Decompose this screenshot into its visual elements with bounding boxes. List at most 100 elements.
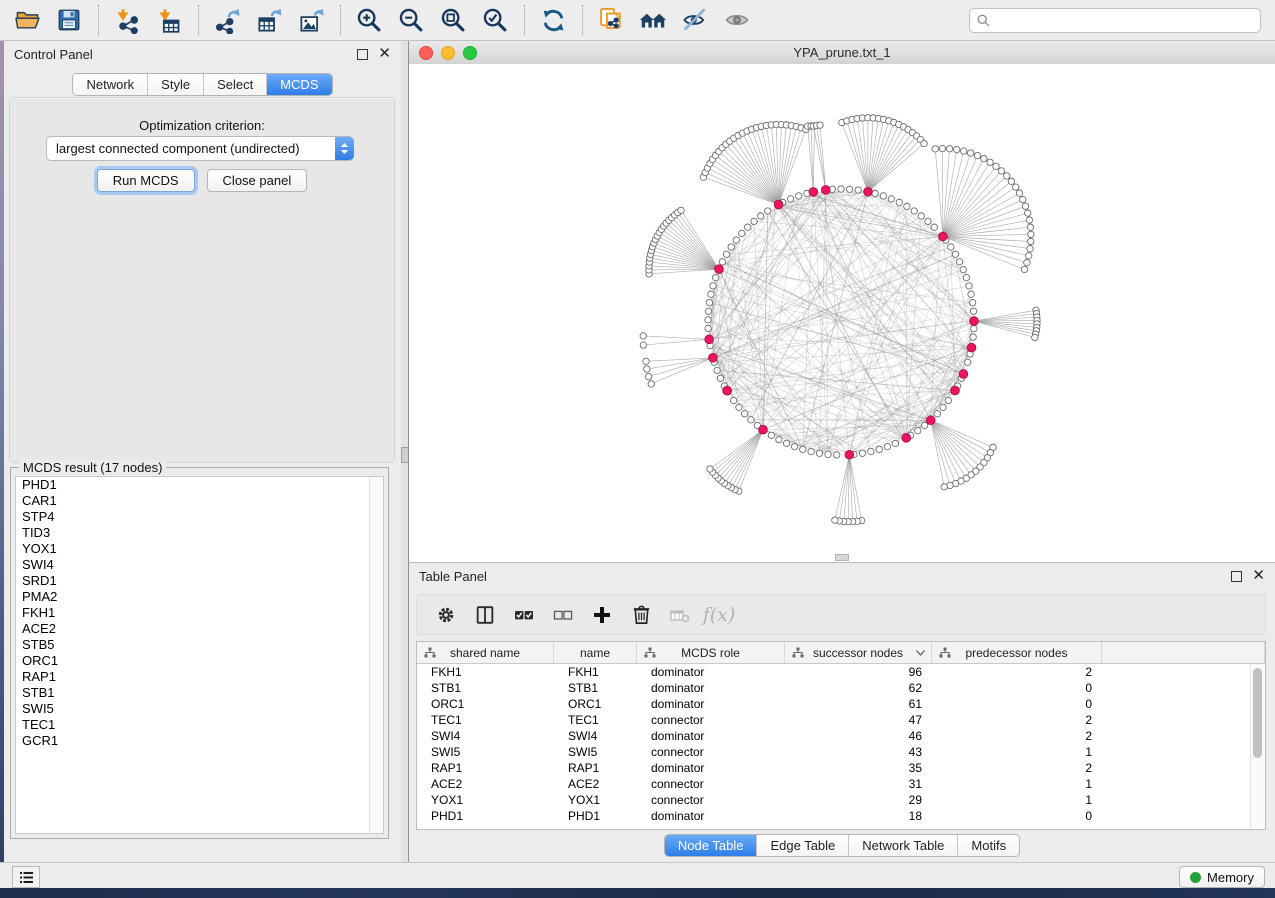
network-node[interactable]	[717, 375, 723, 381]
network-node[interactable]	[741, 411, 747, 417]
leaf-node[interactable]	[1013, 184, 1019, 190]
network-node[interactable]	[733, 237, 739, 243]
network-node[interactable]	[945, 397, 951, 403]
network-node[interactable]	[969, 299, 975, 305]
leaf-node[interactable]	[1025, 210, 1031, 216]
float-panel-icon[interactable]	[357, 49, 368, 60]
network-node[interactable]	[970, 334, 976, 340]
hide-selected-button[interactable]	[678, 4, 712, 36]
tab-mcds[interactable]: MCDS	[267, 74, 331, 95]
zoom-fit-button[interactable]	[436, 4, 470, 36]
leaf-node[interactable]	[645, 373, 651, 379]
tab-style[interactable]: Style	[148, 74, 204, 95]
network-node[interactable]	[739, 230, 745, 236]
mcds-node[interactable]	[723, 386, 732, 395]
search-input[interactable]	[991, 11, 1260, 31]
network-node[interactable]	[730, 397, 736, 403]
leaf-node[interactable]	[998, 168, 1004, 174]
table-row[interactable]: STB1STB1dominator620	[417, 680, 1265, 696]
column-header-MCDS-role[interactable]: MCDS role	[637, 642, 785, 663]
task-history-button[interactable]	[12, 866, 40, 888]
network-node[interactable]	[710, 283, 716, 289]
tab-network[interactable]: Network	[73, 74, 148, 95]
leaf-node[interactable]	[1022, 203, 1028, 209]
mcds-result-item[interactable]: STP4	[16, 509, 383, 525]
network-node[interactable]	[880, 193, 886, 199]
mcds-node[interactable]	[864, 187, 873, 196]
network-canvas[interactable]	[409, 64, 1275, 562]
mcds-node[interactable]	[715, 265, 724, 274]
run-mcds-button[interactable]: Run MCDS	[97, 169, 195, 192]
network-node[interactable]	[712, 274, 718, 280]
table-row[interactable]: SWI4SWI4dominator462	[417, 728, 1265, 744]
network-node[interactable]	[723, 251, 729, 257]
save-session-button[interactable]	[52, 4, 86, 36]
open-file-button[interactable]	[10, 4, 44, 36]
network-node[interactable]	[966, 283, 972, 289]
network-node[interactable]	[833, 452, 839, 458]
mcds-node[interactable]	[845, 450, 854, 459]
leaf-node[interactable]	[921, 140, 927, 146]
network-node[interactable]	[896, 199, 902, 205]
canvas-splitter-handle[interactable]	[835, 554, 849, 561]
table-row[interactable]: TEC1TEC1connector472	[417, 712, 1265, 728]
mcds-node[interactable]	[970, 317, 979, 326]
table-row[interactable]: FKH1FKH1dominator962	[417, 664, 1265, 680]
leaf-node[interactable]	[961, 148, 967, 154]
table-row[interactable]: ORC1ORC1dominator610	[417, 696, 1265, 712]
network-node[interactable]	[925, 218, 931, 224]
mcds-result-item[interactable]: PHD1	[16, 477, 383, 493]
network-node[interactable]	[795, 193, 801, 199]
mcds-node[interactable]	[902, 434, 911, 443]
network-node[interactable]	[751, 218, 757, 224]
mcds-result-item[interactable]: FKH1	[16, 605, 383, 621]
network-window-titlebar[interactable]: YPA_prune.txt_1	[409, 41, 1275, 65]
mcds-result-item[interactable]: RAP1	[16, 669, 383, 685]
mcds-result-item[interactable]: SWI4	[16, 557, 383, 573]
close-window-icon[interactable]	[419, 46, 433, 60]
leaf-node[interactable]	[1021, 266, 1027, 272]
network-node[interactable]	[892, 440, 898, 446]
zoom-selected-button[interactable]	[478, 4, 512, 36]
leaf-node[interactable]	[1003, 173, 1009, 179]
network-node[interactable]	[816, 450, 822, 456]
network-node[interactable]	[714, 367, 720, 373]
leaf-node[interactable]	[1008, 178, 1014, 184]
mcds-node[interactable]	[705, 335, 714, 344]
add-column-button[interactable]	[587, 600, 617, 630]
float-panel-icon[interactable]	[1231, 571, 1242, 582]
leaf-node[interactable]	[1026, 253, 1032, 259]
network-node[interactable]	[868, 448, 874, 454]
network-node[interactable]	[918, 213, 924, 219]
export-table-button[interactable]	[252, 4, 286, 36]
export-image-button[interactable]	[294, 4, 328, 36]
tab-edge-table[interactable]: Edge Table	[757, 835, 849, 856]
import-network-button[interactable]	[110, 4, 144, 36]
network-node[interactable]	[736, 404, 742, 410]
leaf-node[interactable]	[1027, 224, 1033, 230]
leaf-node[interactable]	[974, 152, 980, 158]
leaf-node[interactable]	[1020, 196, 1026, 202]
duplicate-network-button[interactable]	[594, 4, 628, 36]
network-node[interactable]	[911, 208, 917, 214]
deselect-all-button[interactable]	[548, 600, 578, 630]
export-network-button[interactable]	[210, 4, 244, 36]
leaf-node[interactable]	[1026, 217, 1032, 223]
network-node[interactable]	[921, 422, 927, 428]
close-panel-icon[interactable]: ✕	[378, 49, 391, 59]
network-node[interactable]	[800, 446, 806, 452]
column-header-name[interactable]: name	[554, 642, 637, 663]
table-settings-button[interactable]	[431, 600, 461, 630]
zoom-out-button[interactable]	[394, 4, 428, 36]
mcds-node[interactable]	[709, 353, 718, 362]
show-all-button[interactable]	[720, 4, 754, 36]
network-node[interactable]	[915, 427, 921, 433]
network-node[interactable]	[728, 244, 734, 250]
network-node[interactable]	[931, 224, 937, 230]
network-node[interactable]	[708, 291, 714, 297]
network-node[interactable]	[956, 259, 962, 265]
import-table-button[interactable]	[152, 4, 186, 36]
select-all-button[interactable]	[509, 600, 539, 630]
network-node[interactable]	[838, 186, 844, 192]
close-panel-button[interactable]: Close panel	[207, 169, 308, 192]
